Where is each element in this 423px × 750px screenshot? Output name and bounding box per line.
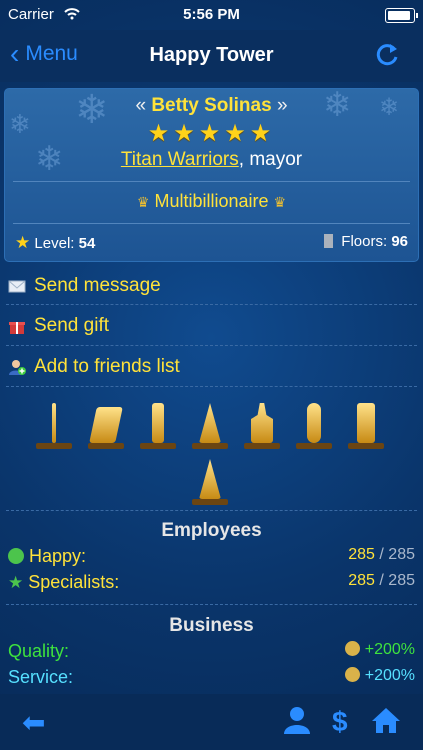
- trophy-item[interactable]: [34, 395, 74, 449]
- add-friend-icon: [9, 360, 26, 375]
- divider: [6, 604, 417, 605]
- happy-count: 285 / 285: [348, 546, 415, 564]
- specialists-label: Specialists:: [28, 572, 120, 592]
- employees-title: Employees: [161, 520, 262, 541]
- divider: [6, 345, 417, 346]
- send-message-button[interactable]: Send message: [8, 275, 161, 297]
- envelope-icon: [8, 280, 26, 293]
- trophy-figure: [89, 407, 123, 443]
- happy-total: 285: [388, 546, 415, 563]
- trophy-figure: [307, 403, 321, 443]
- trophy-shelf: [30, 395, 400, 505]
- level-label: Level:: [34, 235, 75, 252]
- trophy-figure: [251, 403, 273, 443]
- floors-label: Floors:: [341, 233, 388, 250]
- dollar-icon[interactable]: $: [332, 706, 348, 738]
- service-row-value: +200%: [345, 667, 415, 685]
- quality-label: Quality:: [8, 641, 70, 661]
- service-label: Service:: [8, 667, 74, 687]
- separator: /: [379, 572, 384, 589]
- home-icon[interactable]: [370, 706, 402, 734]
- building-icon: [324, 234, 334, 248]
- star-icon: ★: [8, 573, 24, 592]
- page-title: Happy Tower: [149, 44, 274, 66]
- divider: [6, 304, 417, 305]
- status-bar: Carrier 5:56 PM: [0, 0, 423, 30]
- trophy-base: [192, 499, 228, 505]
- trophy-base: [192, 443, 228, 449]
- specialists-value: 285: [348, 572, 375, 589]
- coin-icon: [345, 667, 361, 682]
- guild-role: , mayor: [238, 149, 303, 170]
- player-name: Betty Solinas: [151, 95, 272, 116]
- trophy-base: [36, 443, 72, 449]
- trophy-base: [296, 443, 332, 449]
- specialists-total: 285: [388, 572, 415, 589]
- trophy-item[interactable]: [86, 395, 126, 449]
- trophy-item[interactable]: [242, 395, 282, 449]
- gift-icon: [9, 322, 25, 334]
- trophy-item[interactable]: [190, 451, 230, 505]
- trophy-figure: [152, 403, 164, 443]
- happy-label: Happy:: [29, 546, 87, 566]
- send-gift-button[interactable]: Send gift: [8, 315, 109, 337]
- divider: [6, 510, 417, 511]
- happy-value: 285: [348, 546, 375, 563]
- rank-title: Multibillionaire: [154, 191, 269, 211]
- rank-line: ♛ Multibillionaire ♛: [5, 191, 418, 212]
- profile-card: ❄ ❄ ❄ ❄ ❄ « Betty Solinas » ★★★★★ Titan …: [4, 86, 419, 262]
- trophy-item[interactable]: [346, 395, 386, 449]
- player-name-line: « Betty Solinas »: [5, 95, 418, 117]
- guild-link[interactable]: Titan Warriors: [121, 149, 239, 170]
- floors-stat: Floors: 96: [324, 233, 408, 250]
- service-value: +200%: [364, 667, 415, 684]
- happy-row: Happy:: [8, 546, 86, 567]
- specialists-row: ★ Specialists:: [8, 572, 119, 593]
- back-arrow-icon[interactable]: ⬅: [22, 706, 45, 739]
- trophy-base: [140, 443, 176, 449]
- business-title: Business: [169, 615, 254, 636]
- star-rating: ★★★★★: [147, 120, 276, 147]
- trophy-figure: [199, 459, 221, 499]
- trophy-base: [348, 443, 384, 449]
- divider: [13, 223, 410, 224]
- trophy-figure: [52, 403, 56, 443]
- guild-line: Titan Warriors, mayor: [5, 149, 418, 171]
- divider: [6, 386, 417, 387]
- separator: /: [379, 546, 384, 563]
- divider: [13, 181, 410, 182]
- add-friend-label: Add to friends list: [34, 356, 180, 377]
- clock: 5:56 PM: [183, 6, 240, 23]
- quality-row-value: +200%: [345, 641, 415, 659]
- battery-icon: [385, 8, 418, 23]
- send-message-label: Send message: [34, 275, 161, 296]
- trophy-base: [244, 443, 280, 449]
- bottom-toolbar: ⬅ $: [0, 694, 423, 750]
- level-stat: ★ Level: 54: [15, 233, 95, 253]
- trophy-item[interactable]: [138, 395, 178, 449]
- send-gift-label: Send gift: [34, 315, 109, 336]
- add-friend-button[interactable]: Add to friends list: [8, 356, 180, 378]
- trophy-item[interactable]: [294, 395, 334, 449]
- person-icon[interactable]: [284, 706, 310, 734]
- refresh-icon[interactable]: [373, 40, 401, 68]
- trophy-figure: [199, 403, 221, 443]
- specialists-count: 285 / 285: [348, 572, 415, 590]
- quote-close: »: [276, 95, 288, 116]
- quality-value: +200%: [364, 641, 415, 658]
- quote-open: «: [135, 95, 147, 116]
- trophy-base: [88, 443, 124, 449]
- level-value: 54: [78, 235, 96, 252]
- navigation-bar: ‹ Menu Happy Tower: [0, 30, 423, 82]
- crown-icon: ♛: [136, 194, 150, 210]
- crown-icon: ♛: [273, 194, 287, 210]
- smiley-icon: [8, 548, 24, 564]
- floors-value: 96: [391, 233, 408, 250]
- coin-icon: [345, 641, 361, 656]
- trophy-item[interactable]: [190, 395, 230, 449]
- star-icon: ★: [15, 233, 31, 252]
- trophy-figure: [357, 403, 375, 443]
